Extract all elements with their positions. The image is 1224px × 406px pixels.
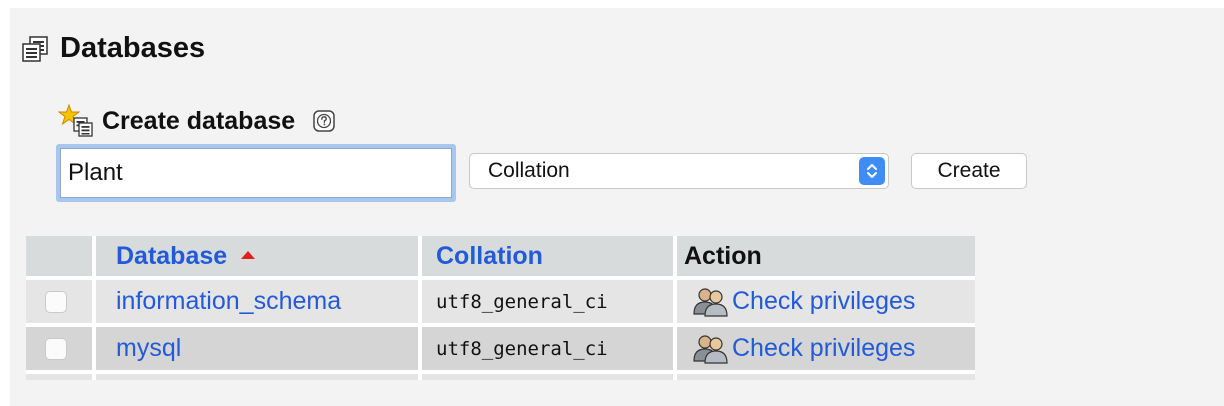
collation-value: utf8_general_ci [436, 337, 608, 360]
check-privileges-action[interactable]: Check privileges [677, 333, 975, 365]
users-privileges-icon [693, 334, 728, 364]
create-database-title: Create database [102, 106, 296, 135]
create-database-header: Create database [58, 104, 335, 138]
create-button[interactable]: Create [911, 153, 1027, 189]
header-action-label: Action [684, 241, 762, 270]
row-cell [94, 372, 422, 380]
collation-select-value: Collation [488, 159, 570, 182]
row-cell [26, 372, 96, 380]
header-database[interactable]: Database [94, 236, 422, 280]
row-checkbox[interactable] [45, 337, 67, 360]
row-cell [420, 372, 677, 380]
database-name-cell: information_schema [94, 278, 422, 327]
header-checkbox-cell [26, 236, 96, 280]
select-arrows-icon [859, 157, 885, 185]
database-name-cell: mysql [94, 325, 422, 374]
check-privileges-link[interactable]: Check privileges [732, 334, 915, 363]
collation-value: utf8_general_ci [436, 290, 608, 313]
header-action: Action [675, 236, 975, 280]
collation-cell: utf8_general_ci [420, 278, 677, 327]
row-cell [675, 372, 975, 380]
table-row: information_schema utf8_general_ci Check… [26, 278, 975, 327]
help-icon[interactable] [313, 110, 335, 132]
databases-table: Database Collation Action information_sc… [26, 236, 975, 380]
header-collation[interactable]: Collation [420, 236, 677, 280]
table-row-partial [26, 372, 975, 380]
check-privileges-link[interactable]: Check privileges [732, 287, 915, 316]
row-checkbox-cell [26, 325, 96, 374]
sort-ascending-icon[interactable] [241, 250, 256, 259]
header-database-label[interactable]: Database [96, 242, 227, 270]
database-icon [22, 35, 48, 62]
new-database-icon [58, 104, 93, 137]
action-cell: Check privileges [675, 325, 975, 374]
action-cell: Check privileges [675, 278, 975, 327]
collation-cell: utf8_general_ci [420, 325, 677, 374]
database-name-input[interactable] [56, 144, 456, 202]
users-privileges-icon [693, 287, 728, 317]
table-row: mysql utf8_general_ci Check privileges [26, 325, 975, 374]
page-title: Databases [60, 32, 206, 64]
row-checkbox-cell [26, 278, 96, 327]
collation-select[interactable]: Collation [469, 153, 889, 189]
table-header-row: Database Collation Action [26, 236, 975, 280]
database-link[interactable]: information_schema [96, 287, 341, 315]
page-header: Databases [22, 32, 205, 65]
check-privileges-action[interactable]: Check privileges [677, 286, 975, 318]
database-link[interactable]: mysql [96, 334, 181, 362]
row-checkbox[interactable] [45, 290, 67, 313]
header-collation-label[interactable]: Collation [422, 242, 543, 270]
